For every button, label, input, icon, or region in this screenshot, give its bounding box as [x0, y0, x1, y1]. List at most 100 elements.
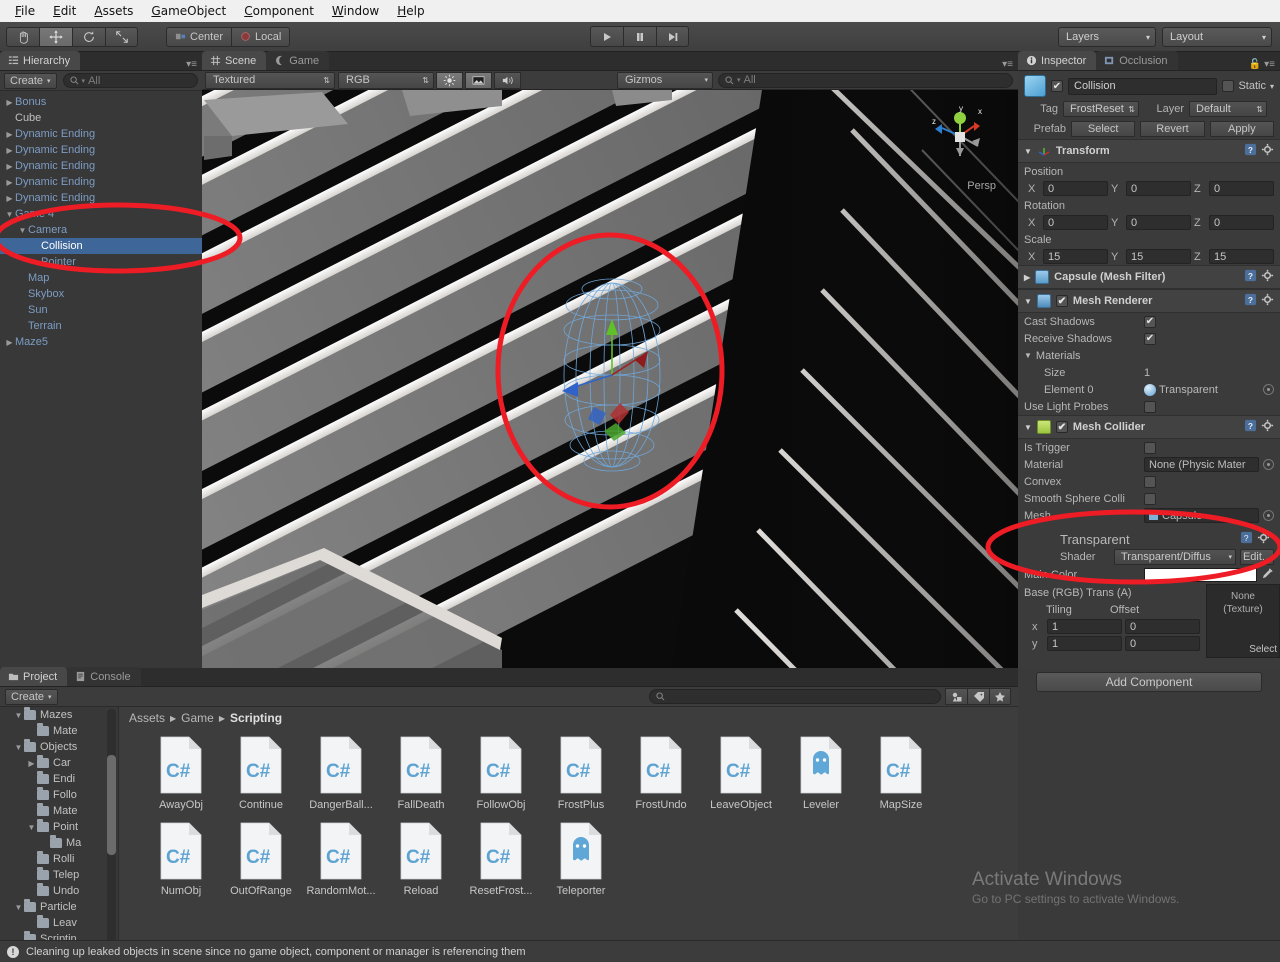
- shader-edit-button[interactable]: Edit...: [1240, 549, 1274, 565]
- physic-material-field[interactable]: None (Physic Mater: [1144, 457, 1259, 472]
- scene-axis-gizmo[interactable]: y x z: [920, 94, 1000, 174]
- project-tree-item-follo[interactable]: · Follo: [0, 787, 118, 803]
- foldout-closed-icon[interactable]: ▶: [4, 178, 15, 187]
- foldout-open-icon[interactable]: ▼: [4, 210, 15, 219]
- scale-x-field[interactable]: 15: [1043, 249, 1108, 264]
- prefab-apply-button[interactable]: Apply: [1209, 121, 1274, 137]
- cast-shadows-checkbox[interactable]: ✔: [1144, 315, 1156, 328]
- project-tree-item-endi[interactable]: · Endi: [0, 771, 118, 787]
- asset-item[interactable]: C# Reload: [381, 821, 461, 897]
- hierarchy-item-game-4[interactable]: ▼ Game 4: [0, 206, 202, 222]
- foldout-open-icon[interactable]: ▼: [1024, 147, 1032, 156]
- project-tree-item-mazes[interactable]: ▼ Mazes: [0, 707, 118, 723]
- hierarchy-item-terrain[interactable]: ·Terrain: [0, 318, 202, 334]
- hierarchy-tab-menu-icon[interactable]: ▾≡: [186, 59, 202, 70]
- gear-icon[interactable]: [1261, 293, 1274, 309]
- asset-item[interactable]: C# DangerBall...: [301, 735, 381, 811]
- hierarchy-item-dynamic-ending[interactable]: ▶ Dynamic Ending: [0, 158, 202, 174]
- menu-item-gameobject[interactable]: GameObject: [142, 1, 235, 21]
- foldout-closed-icon[interactable]: ▶: [1024, 273, 1030, 282]
- rotation-y-field[interactable]: 0: [1126, 215, 1191, 230]
- foldout-closed-icon[interactable]: ▶: [26, 759, 37, 768]
- help-icon[interactable]: ?: [1244, 293, 1257, 309]
- project-tree-item-mate[interactable]: · Mate: [0, 803, 118, 819]
- project-create-button[interactable]: Create ▾: [5, 688, 58, 705]
- project-tree-item-particle[interactable]: ▼ Particle: [0, 899, 118, 915]
- tiling-x-field[interactable]: 1: [1047, 619, 1122, 634]
- audio-toggle-icon[interactable]: [494, 71, 521, 89]
- play-button[interactable]: [590, 26, 623, 47]
- asset-item[interactable]: C# FrostPlus: [541, 735, 621, 811]
- foldout-closed-icon[interactable]: ▶: [4, 338, 15, 347]
- foldout-open-icon[interactable]: ▼: [26, 823, 37, 832]
- project-tree-item-ma[interactable]: · Ma: [0, 835, 118, 851]
- asset-item[interactable]: C# FrostUndo: [621, 735, 701, 811]
- asset-item[interactable]: C# RandomMot...: [301, 821, 381, 897]
- foldout-closed-icon[interactable]: ▶: [4, 194, 15, 203]
- shader-dropdown[interactable]: Transparent/Diffus ▾: [1114, 549, 1236, 565]
- hierarchy-create-button[interactable]: Create ▾: [4, 72, 57, 89]
- tab-hierarchy[interactable]: Hierarchy: [0, 51, 81, 70]
- texture-select-button[interactable]: Select: [1249, 643, 1277, 656]
- physic-material-picker-icon[interactable]: [1263, 459, 1274, 470]
- collider-mesh-picker-icon[interactable]: [1263, 510, 1274, 521]
- main-color-swatch[interactable]: [1144, 568, 1257, 582]
- light-probes-checkbox[interactable]: ✔: [1144, 400, 1156, 413]
- mesh-collider-component-header[interactable]: ▼ ✔ Mesh Collider ?: [1018, 415, 1280, 439]
- lighting-toggle-icon[interactable]: [436, 71, 463, 89]
- layers-dropdown[interactable]: Layers ▾: [1058, 27, 1156, 47]
- smooth-sphere-checkbox[interactable]: ✔: [1144, 492, 1156, 505]
- favorites-icon[interactable]: [989, 688, 1011, 705]
- project-tree-scrollbar[interactable]: [107, 709, 116, 945]
- scene-draw-mode-dropdown[interactable]: Textured ⇅: [205, 71, 335, 89]
- hierarchy-search-input[interactable]: ▾ All: [62, 73, 198, 88]
- convex-checkbox[interactable]: ✔: [1144, 475, 1156, 488]
- rotation-z-field[interactable]: 0: [1209, 215, 1274, 230]
- menu-item-file[interactable]: File: [6, 1, 44, 21]
- mesh-renderer-component-header[interactable]: ▼ ✔ Mesh Renderer ?: [1018, 289, 1280, 313]
- tab-game[interactable]: Game: [266, 51, 330, 70]
- hierarchy-item-dynamic-ending[interactable]: ▶ Dynamic Ending: [0, 142, 202, 158]
- foldout-open-icon[interactable]: ▼: [1024, 297, 1032, 306]
- pivot-mode-button[interactable]: Center: [166, 26, 232, 47]
- scene-search-input[interactable]: ▾ All: [718, 72, 1013, 88]
- asset-list[interactable]: C# AwayObj C# Continue C# DangerBall... C# Fall…: [119, 729, 1018, 907]
- scale-z-field[interactable]: 15: [1209, 249, 1274, 264]
- prefab-select-button[interactable]: Select: [1071, 121, 1136, 137]
- foldout-closed-icon[interactable]: ▶: [4, 146, 15, 155]
- element0-object-picker-icon[interactable]: [1263, 384, 1274, 395]
- project-tree-item-leav[interactable]: · Leav: [0, 915, 118, 931]
- asset-item[interactable]: C# LeaveObject: [701, 735, 781, 811]
- scene-tab-menu-icon[interactable]: ▾≡: [1002, 59, 1018, 70]
- project-folder-tree[interactable]: ▼Mazes·Mate▼Objects▶Car·Endi·Follo·Mate▼…: [0, 707, 118, 959]
- foldout-closed-icon[interactable]: ▶: [4, 130, 15, 139]
- position-y-field[interactable]: 0: [1126, 181, 1191, 196]
- help-icon[interactable]: ?: [1240, 531, 1253, 547]
- hierarchy-item-bonus[interactable]: ▶ Bonus: [0, 94, 202, 110]
- project-tree-item-point[interactable]: ▼ Point: [0, 819, 118, 835]
- static-checkbox[interactable]: ✔: [1222, 80, 1235, 92]
- offset-x-field[interactable]: 0: [1125, 619, 1200, 634]
- asset-item[interactable]: Leveler: [781, 735, 861, 811]
- breadcrumb-assets[interactable]: Assets: [129, 711, 165, 725]
- collider-mesh-field[interactable]: Capsule: [1144, 508, 1259, 523]
- type-filter-icon[interactable]: [945, 688, 967, 705]
- asset-item[interactable]: C# FallDeath: [381, 735, 461, 811]
- hierarchy-item-skybox[interactable]: ·Skybox: [0, 286, 202, 302]
- project-search-input[interactable]: [649, 689, 941, 704]
- add-component-button[interactable]: Add Component: [1036, 672, 1262, 692]
- status-bar[interactable]: ! Cleaning up leaked objects in scene si…: [0, 940, 1280, 962]
- hierarchy-list[interactable]: ▶Bonus·Cube▶Dynamic Ending▶Dynamic Endin…: [0, 91, 202, 350]
- layout-dropdown[interactable]: Layout ▾: [1162, 27, 1272, 47]
- project-tree-item-rollі[interactable]: · Rollі: [0, 851, 118, 867]
- project-asset-grid[interactable]: Assets ▶ Game ▶ Scripting C# AwayObj C# Con…: [118, 707, 1018, 959]
- foldout-open-icon[interactable]: ▼: [17, 226, 28, 235]
- foldout-closed-icon[interactable]: ▶: [4, 98, 15, 107]
- project-tree-item-undo[interactable]: · Undo: [0, 883, 118, 899]
- help-icon[interactable]: ?: [1244, 269, 1257, 285]
- hierarchy-item-camera[interactable]: ▼ Camera: [0, 222, 202, 238]
- mesh-filter-component-header[interactable]: ▶ Capsule (Mesh Filter) ?: [1018, 265, 1280, 289]
- foldout-closed-icon[interactable]: ▶: [4, 162, 15, 171]
- tab-scene[interactable]: Scene: [202, 51, 267, 70]
- materials-element0-value[interactable]: Transparent: [1159, 384, 1218, 396]
